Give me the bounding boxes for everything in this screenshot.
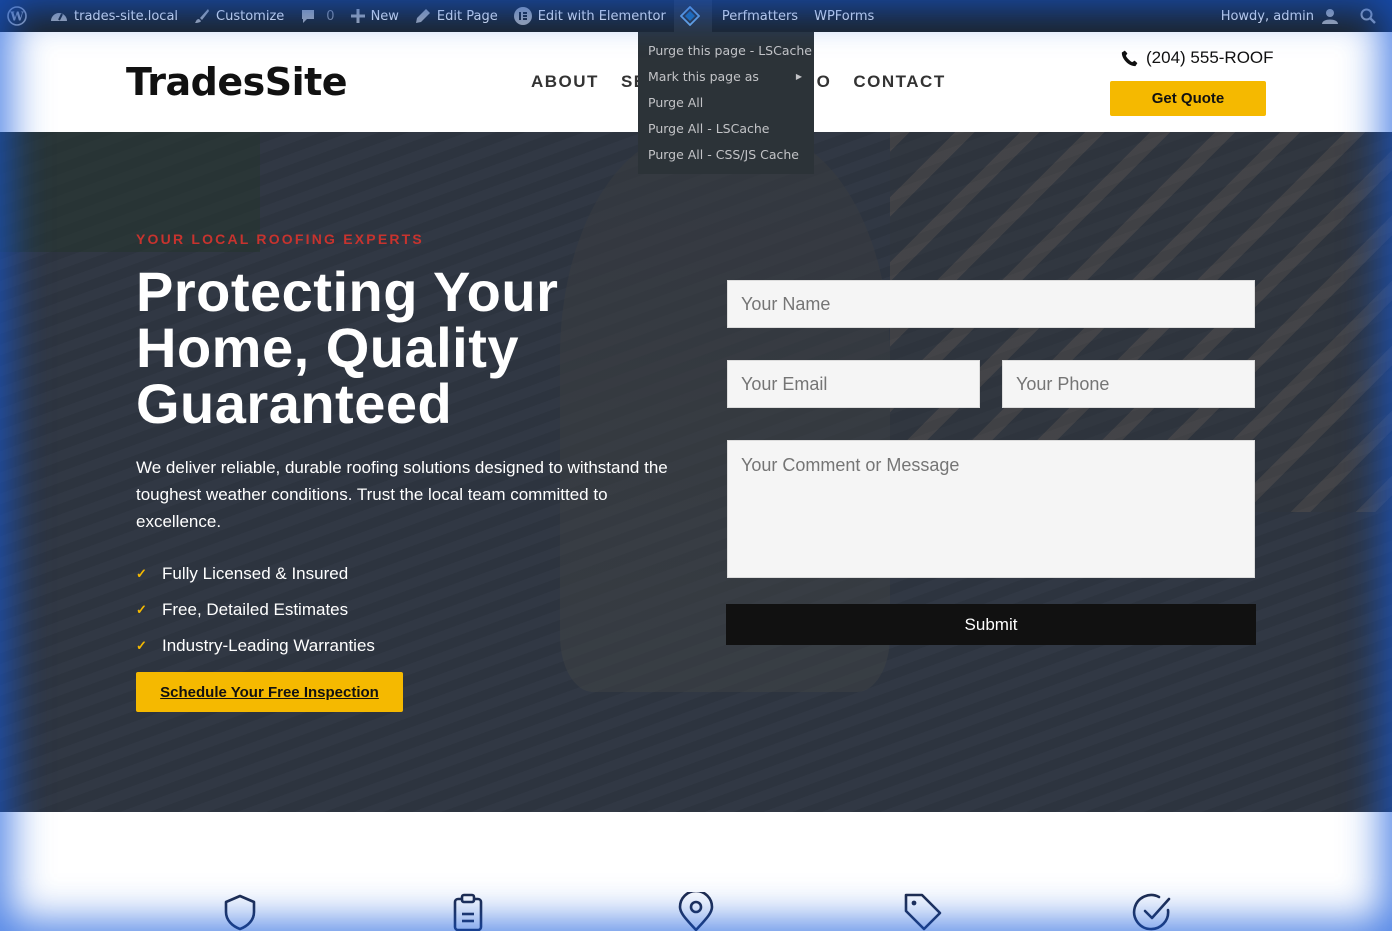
nav-item-about[interactable]: ABOUT	[531, 72, 599, 92]
hero-description: We deliver reliable, durable roofing sol…	[136, 458, 668, 531]
checkmark-icon: ✓	[136, 602, 147, 617]
menu-item-purge-css-js[interactable]: Purge All - CSS/JS Cache	[638, 142, 814, 168]
feature-label: Free, Detailed Estimates	[162, 600, 349, 619]
check-circle-icon	[1132, 893, 1171, 931]
phone-number: (204) 555-ROOF	[1146, 48, 1274, 67]
new-content-link[interactable]: New	[343, 0, 407, 32]
elementor-icon	[513, 7, 532, 25]
phone-field[interactable]	[1002, 360, 1255, 408]
menu-item-purge-all[interactable]: Purge All	[638, 90, 814, 116]
edit-page-link[interactable]: Edit Page	[407, 0, 506, 32]
litespeed-dropdown-menu: Purge this page - LSCache Mark this page…	[638, 32, 814, 174]
site-logo[interactable]: TradesSite	[126, 60, 348, 104]
customize-label: Customize	[216, 8, 285, 24]
submit-button[interactable]: Submit	[726, 604, 1256, 645]
phone-link[interactable]: (204) 555-ROOF	[1121, 48, 1274, 68]
submenu-arrow-icon: ▶	[795, 72, 802, 81]
dashboard-icon	[51, 13, 67, 21]
site-name-link[interactable]: trades-site.local	[42, 0, 186, 32]
admin-bar: W trades-site.local Customize 0 New Edit…	[0, 0, 1392, 32]
menu-item-purge-all-lscache[interactable]: Purge All - LSCache	[638, 116, 814, 142]
perfmatters-link[interactable]: Perfmatters	[712, 0, 806, 32]
admin-search-button[interactable]	[1352, 0, 1392, 32]
list-item: ✓ Industry-Leading Warranties	[136, 628, 375, 664]
search-icon	[1360, 8, 1376, 24]
features-strip	[0, 812, 1392, 931]
litespeed-diamond-icon	[679, 6, 700, 26]
name-field[interactable]	[727, 280, 1255, 328]
message-field[interactable]	[727, 440, 1255, 578]
get-quote-button[interactable]: Get Quote	[1110, 81, 1266, 116]
hero-section: YOUR LOCAL ROOFING EXPERTS Protecting Yo…	[0, 132, 1392, 812]
nav-item-contact[interactable]: CONTACT	[853, 72, 945, 92]
hero-headline: Protecting Your Home, Quality Guaranteed	[136, 260, 559, 435]
menu-item-mark-page[interactable]: Mark this page as ▶	[638, 64, 814, 90]
hero-feature-list: ✓ Fully Licensed & Insured ✓ Free, Detaile…	[136, 556, 375, 664]
clipboard-icon	[453, 893, 483, 931]
comments-count: 0	[326, 8, 335, 24]
menu-item-purge-page[interactable]: Purge this page - LSCache	[638, 38, 814, 64]
new-label: New	[370, 8, 399, 24]
customize-link[interactable]: Customize	[186, 0, 292, 32]
comment-bubble-icon	[302, 10, 315, 23]
checkmark-icon: ✓	[136, 566, 147, 581]
litespeed-cache-menu[interactable]	[673, 0, 712, 32]
wpforms-link[interactable]: WPForms	[806, 0, 882, 32]
shield-icon	[224, 894, 256, 931]
brush-icon	[195, 9, 210, 23]
plus-icon	[350, 9, 365, 23]
list-item: ✓ Fully Licensed & Insured	[136, 556, 375, 592]
site-name: trades-site.local	[74, 8, 179, 24]
schedule-inspection-button[interactable]: Schedule Your Free Inspection	[136, 672, 403, 712]
my-account-link[interactable]: Howdy, admin	[1213, 0, 1352, 32]
tag-icon	[904, 893, 942, 931]
user-avatar-icon	[1322, 9, 1338, 24]
edit-elementor-link[interactable]: Edit with Elementor	[506, 0, 674, 32]
mark-page-label: Mark this page as	[648, 69, 759, 84]
email-field[interactable]	[727, 360, 980, 408]
list-item: ✓ Free, Detailed Estimates	[136, 592, 375, 628]
edit-page-label: Edit Page	[436, 8, 498, 24]
svg-text:W: W	[9, 10, 24, 24]
feature-label: Fully Licensed & Insured	[162, 564, 349, 583]
map-pin-icon	[678, 892, 714, 931]
edit-elementor-label: Edit with Elementor	[537, 8, 666, 24]
wordpress-logo-button[interactable]: W	[0, 0, 42, 32]
hero-eyebrow: YOUR LOCAL ROOFING EXPERTS	[136, 231, 424, 247]
checkmark-icon: ✓	[136, 638, 147, 653]
wpforms-label: WPForms	[814, 8, 875, 24]
wordpress-icon: W	[7, 6, 27, 26]
howdy-label: Howdy, admin	[1220, 8, 1314, 24]
phone-icon	[1121, 50, 1138, 66]
pencil-icon	[415, 9, 430, 23]
perfmatters-label: Perfmatters	[721, 8, 799, 24]
nav-item-portfolio[interactable]: O	[817, 72, 832, 92]
comments-link[interactable]: 0	[292, 0, 342, 32]
feature-label: Industry-Leading Warranties	[162, 636, 375, 655]
